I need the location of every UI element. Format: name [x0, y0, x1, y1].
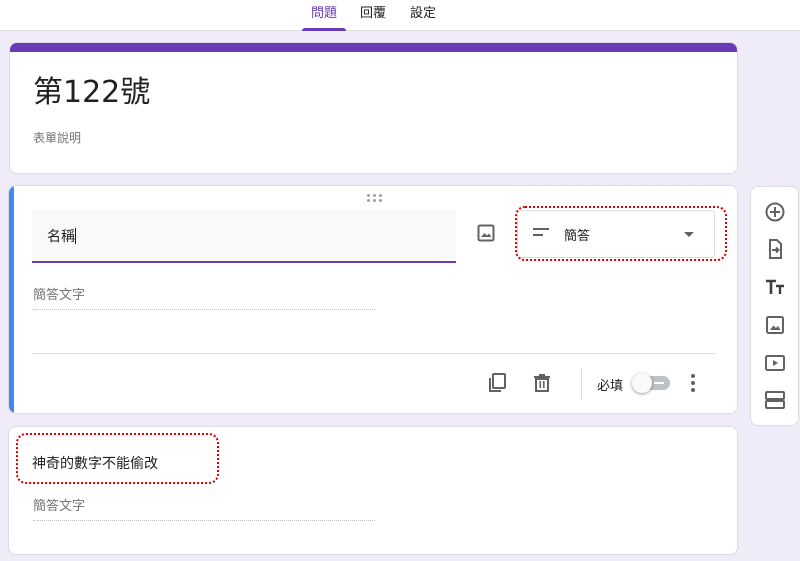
question-footer-divider — [33, 353, 716, 354]
form-title[interactable]: 第122號 — [33, 73, 150, 113]
add-section-icon[interactable] — [763, 388, 787, 412]
footer-separator — [581, 368, 582, 400]
text-cursor — [75, 228, 76, 244]
short-answer-placeholder: 簡答文字 — [33, 495, 375, 521]
tab-settings[interactable]: 設定 — [406, 0, 440, 31]
required-label: 必填 — [597, 379, 624, 394]
question-title-input[interactable]: 名稱 — [32, 210, 456, 263]
add-video-icon[interactable] — [763, 351, 787, 375]
add-image-icon[interactable] — [763, 313, 787, 337]
active-question-indicator — [9, 186, 14, 413]
top-tab-bar: 問題 回覆 設定 — [0, 0, 800, 31]
import-questions-icon[interactable] — [763, 237, 787, 261]
question-card[interactable]: 神奇的數字不能偷改 簡答文字 — [8, 426, 738, 555]
floating-toolbar — [750, 186, 799, 426]
form-description-field[interactable]: 表單說明 — [33, 129, 81, 146]
tab-settings-label: 設定 — [409, 6, 436, 21]
more-options-icon[interactable] — [690, 374, 696, 392]
add-question-icon[interactable] — [763, 200, 787, 224]
tab-questions-label: 問題 — [310, 6, 337, 21]
form-title-card[interactable]: 第122號 表單說明 — [9, 42, 738, 174]
drag-handle-icon[interactable] — [367, 194, 383, 202]
active-tab-indicator — [302, 28, 346, 31]
short-answer-placeholder: 簡答文字 — [33, 284, 375, 310]
title-card-accent-stripe — [10, 43, 737, 52]
highlight-annotation — [16, 433, 219, 484]
add-image-icon[interactable] — [477, 224, 495, 242]
tab-responses-label: 回覆 — [359, 6, 386, 21]
highlight-annotation — [515, 206, 727, 261]
delete-icon[interactable] — [531, 372, 553, 394]
required-toggle[interactable] — [632, 373, 670, 393]
add-title-icon[interactable] — [763, 275, 787, 299]
toggle-knob — [632, 373, 652, 393]
tab-responses[interactable]: 回覆 — [356, 0, 390, 31]
question-title-value: 名稱 — [47, 229, 75, 245]
tab-questions[interactable]: 問題 — [302, 0, 346, 31]
question-card-active[interactable]: 名稱 簡答 簡答文字 必填 — [8, 185, 738, 414]
duplicate-icon[interactable] — [486, 372, 508, 394]
